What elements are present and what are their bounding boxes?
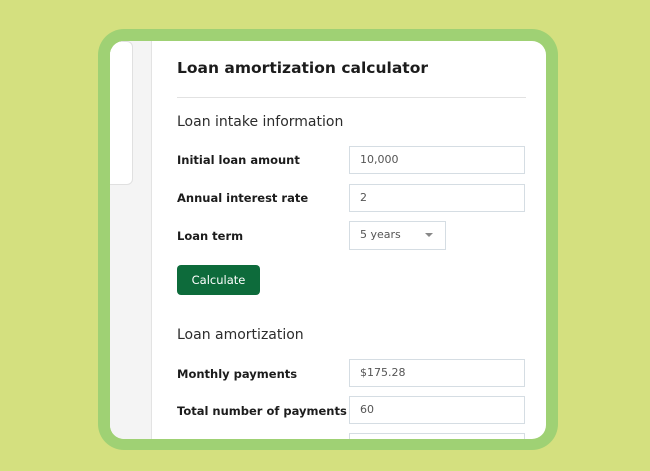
annual-interest-rate-input[interactable]: 2 xyxy=(349,184,525,212)
next-result-output[interactable] xyxy=(349,433,525,439)
title-divider xyxy=(177,97,526,98)
calculate-button[interactable]: Calculate xyxy=(177,265,260,295)
amortization-section-heading: Loan amortization xyxy=(177,327,304,343)
chevron-down-icon xyxy=(425,233,433,237)
annual-interest-rate-label: Annual interest rate xyxy=(177,191,309,205)
intake-section-heading: Loan intake information xyxy=(177,114,344,130)
side-panel xyxy=(110,41,152,439)
calculator-window: Loan amortization calculator Loan intake… xyxy=(110,41,546,439)
monthly-payments-label: Monthly payments xyxy=(177,367,298,381)
loan-term-select[interactable]: 5 years xyxy=(349,221,446,250)
total-number-of-payments-label: Total number of payments xyxy=(177,404,347,418)
loan-term-label: Loan term xyxy=(177,229,244,243)
total-number-of-payments-output[interactable]: 60 xyxy=(349,396,525,424)
page-title: Loan amortization calculator xyxy=(177,59,428,77)
monthly-payments-output[interactable]: $175.28 xyxy=(349,359,525,387)
initial-loan-amount-label: Initial loan amount xyxy=(177,153,300,167)
initial-loan-amount-input[interactable]: 10,000 xyxy=(349,146,525,174)
loan-term-selected-value: 5 years xyxy=(360,228,401,241)
side-panel-card xyxy=(110,41,133,185)
